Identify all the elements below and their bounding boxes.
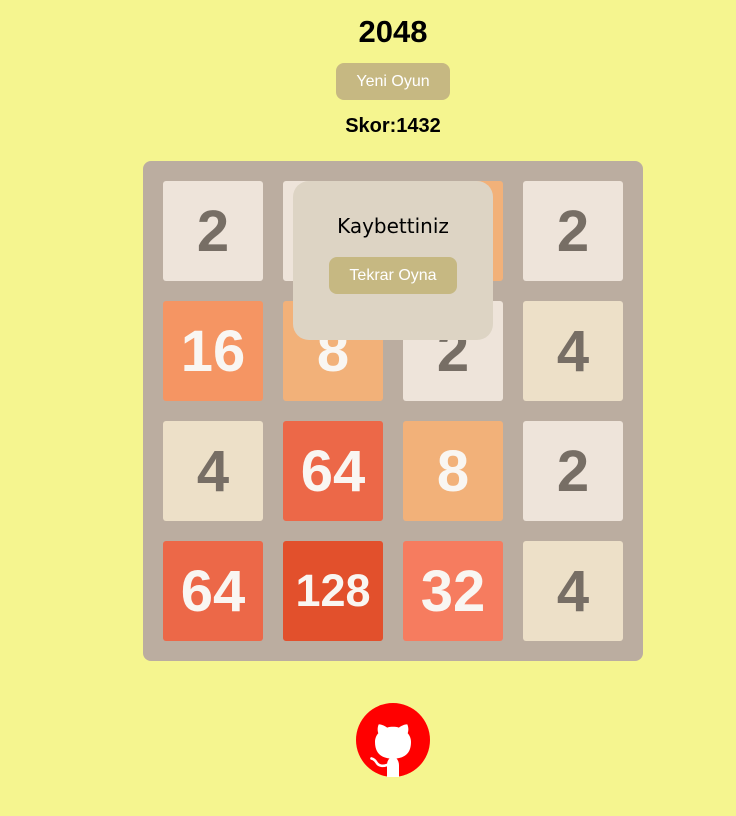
new-game-button[interactable]: Yeni Oyun (336, 63, 450, 100)
tile: 32 (403, 541, 503, 641)
page-title: 2048 (358, 14, 428, 49)
tile: 4 (523, 301, 623, 401)
tile: 8 (403, 421, 503, 521)
tile: 2 (523, 421, 623, 521)
score-display: Skor:1432 (345, 115, 441, 137)
game-over-message: Kaybettiniz (337, 214, 449, 238)
tile: 16 (163, 301, 263, 401)
tile: 128 (283, 541, 383, 641)
tile: 64 (283, 421, 383, 521)
github-link[interactable] (356, 703, 430, 777)
github-icon (356, 703, 430, 777)
tile: 2 (163, 181, 263, 281)
tile: 64 (163, 541, 263, 641)
tile: 2 (523, 181, 623, 281)
play-again-button[interactable]: Tekrar Oyna (329, 257, 457, 294)
game-over-dialog: Kaybettiniz Tekrar Oyna (293, 181, 493, 340)
tile: 4 (163, 421, 263, 521)
tile: 4 (523, 541, 623, 641)
